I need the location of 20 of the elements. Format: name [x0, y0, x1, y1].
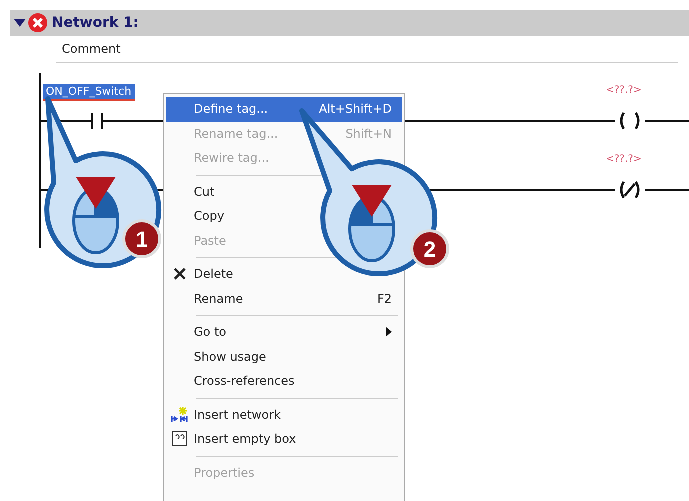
operand-placeholder[interactable]: <??.?>	[606, 154, 642, 165]
comment-field[interactable]: Comment	[56, 40, 678, 63]
tag-label[interactable]: ON_OFF_Switch	[43, 84, 135, 101]
menu-item[interactable]: Define tag... Alt+Shift+D	[166, 97, 402, 122]
menu-item[interactable]: Insert network	[166, 402, 402, 427]
collapse-triangle-icon[interactable]	[14, 19, 26, 27]
submenu-arrow-icon	[386, 327, 392, 338]
step-number-badge: 2	[410, 230, 450, 268]
menu-item[interactable]: Show usage	[166, 344, 402, 369]
operand-placeholder[interactable]: <??.?>	[606, 85, 642, 96]
menu-item[interactable]: Insert empty box	[166, 427, 402, 452]
menu-item[interactable]: Delete	[166, 262, 402, 286]
empty-box-icon	[172, 431, 188, 448]
network-title: Network 1:	[52, 15, 139, 31]
menu-item[interactable]: Rename F2	[166, 286, 402, 311]
sparkle-network-icon	[171, 406, 189, 423]
menu-item[interactable]: Cross-references	[166, 369, 402, 394]
close-icon	[173, 267, 187, 282]
menu-item[interactable]: Go to	[166, 320, 402, 344]
step-number-badge: 1	[122, 220, 162, 258]
